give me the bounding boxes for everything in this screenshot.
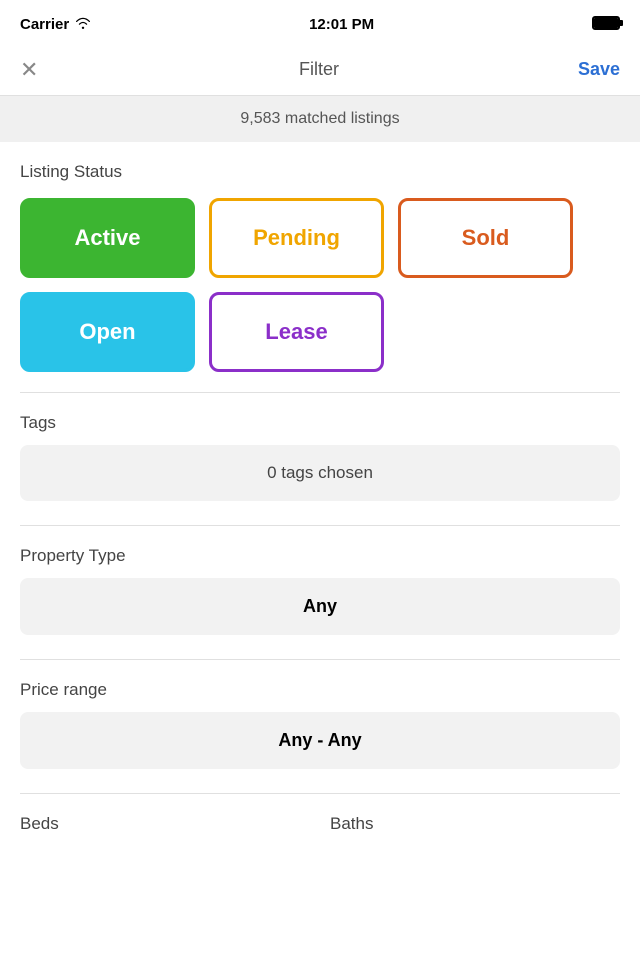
beds-baths-row: Beds Baths — [0, 798, 640, 834]
property-type-title: Property Type — [20, 546, 620, 566]
clock: 12:01 PM — [309, 16, 374, 33]
status-btn-active-label: Active — [74, 225, 140, 251]
status-btn-active[interactable]: Active — [20, 198, 195, 278]
nav-title: Filter — [299, 59, 339, 80]
property-type-button-label: Any — [303, 596, 337, 616]
status-btn-open-label: Open — [79, 319, 135, 345]
status-btn-open[interactable]: Open — [20, 292, 195, 372]
carrier-label: Carrier — [20, 16, 91, 33]
wifi-icon — [75, 16, 91, 33]
nav-bar: ✕ Filter Save — [0, 44, 640, 96]
status-btn-lease-label: Lease — [265, 319, 327, 345]
status-btn-pending-label: Pending — [253, 225, 340, 251]
baths-section: Baths — [330, 814, 620, 834]
matched-banner: 9,583 matched listings — [0, 96, 640, 142]
save-button[interactable]: Save — [578, 59, 620, 80]
status-btn-sold-label: Sold — [462, 225, 510, 251]
tags-button[interactable]: 0 tags chosen — [20, 445, 620, 501]
tags-section: Tags 0 tags chosen — [0, 397, 640, 521]
status-btn-pending[interactable]: Pending — [209, 198, 384, 278]
tags-title: Tags — [20, 413, 620, 433]
status-btn-sold[interactable]: Sold — [398, 198, 573, 278]
price-range-section: Price range Any - Any — [0, 664, 640, 789]
property-type-button[interactable]: Any — [20, 578, 620, 635]
divider-4 — [20, 793, 620, 794]
listing-status-section: Listing Status Active Pending Sold Open … — [0, 142, 640, 372]
divider-1 — [20, 392, 620, 393]
baths-title: Baths — [330, 814, 620, 834]
price-range-title: Price range — [20, 680, 620, 700]
beds-title: Beds — [20, 814, 310, 834]
property-type-section: Property Type Any — [0, 530, 640, 655]
battery-icon — [592, 15, 620, 33]
status-bar: Carrier 12:01 PM — [0, 0, 640, 44]
price-range-button[interactable]: Any - Any — [20, 712, 620, 769]
status-btn-lease[interactable]: Lease — [209, 292, 384, 372]
beds-section: Beds — [20, 814, 310, 834]
close-button[interactable]: ✕ — [20, 57, 60, 83]
status-grid: Active Pending Sold Open Lease — [20, 198, 620, 372]
tags-button-label: 0 tags chosen — [267, 463, 373, 482]
carrier-text: Carrier — [20, 16, 69, 33]
divider-2 — [20, 525, 620, 526]
matched-count: 9,583 matched listings — [240, 110, 399, 127]
listing-status-title: Listing Status — [20, 162, 620, 182]
divider-3 — [20, 659, 620, 660]
price-range-button-label: Any - Any — [278, 730, 361, 750]
